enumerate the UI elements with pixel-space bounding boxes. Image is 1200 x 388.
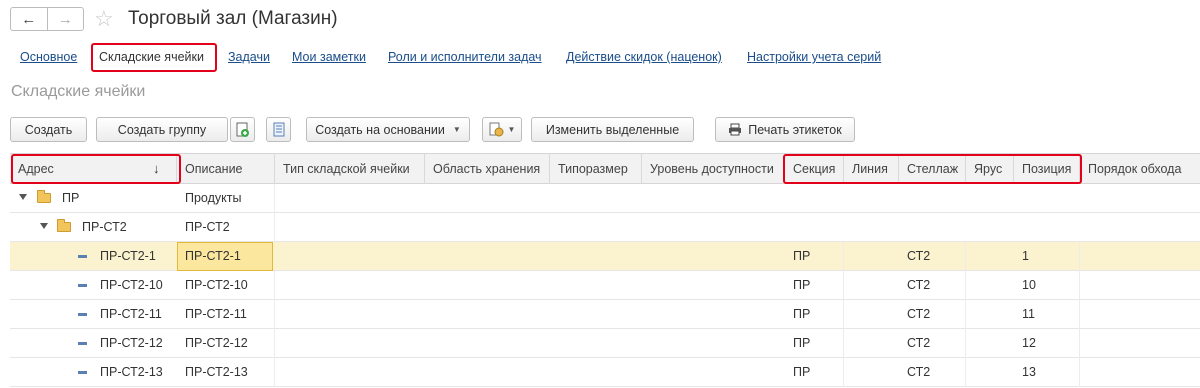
printer-icon [729, 123, 742, 136]
copy-button[interactable] [230, 117, 255, 142]
table-row[interactable]: ПР-СТ2 ПР-СТ2 [10, 213, 1200, 242]
rack-cell: СТ2 [899, 271, 966, 300]
print-labels-label: Печать этикеток [748, 122, 842, 137]
folder-icon [37, 190, 51, 203]
report-gear-icon [489, 122, 504, 137]
column-header-size-type[interactable]: Типоразмер [550, 154, 642, 184]
tab-tasks[interactable]: Задачи [228, 50, 270, 64]
description-cell: ПР-СТ2-12 [177, 329, 275, 358]
section-cell: ПР [785, 329, 844, 358]
item-marker-icon [78, 284, 87, 287]
print-labels-button[interactable]: Печать этикеток [715, 117, 855, 142]
section-title: Складские ячейки [11, 83, 146, 100]
address-cell: ПР-СТ2 [82, 220, 127, 234]
forward-arrow-icon[interactable]: → [46, 8, 84, 30]
tab-roles-performers[interactable]: Роли и исполнители задач [388, 50, 542, 64]
table-row[interactable]: ПР-СТ2-1 ПР-СТ2-1 ПР СТ2 1 [10, 242, 1200, 271]
table-row[interactable]: ПР-СТ2-12 ПР-СТ2-12 ПР СТ2 12 [10, 329, 1200, 358]
rack-cell: СТ2 [899, 358, 966, 387]
tab-series-settings[interactable]: Настройки учета серий [747, 50, 881, 64]
address-cell: ПР-СТ2-11 [100, 307, 162, 321]
table-row[interactable]: ПР-СТ2-13 ПР-СТ2-13 ПР СТ2 13 [10, 358, 1200, 387]
position-cell: 1 [1014, 242, 1080, 271]
item-marker-icon [78, 342, 87, 345]
folder-icon [57, 219, 71, 232]
expand-triangle-icon[interactable] [40, 223, 48, 229]
item-marker-icon [78, 313, 87, 316]
address-cell: ПР-СТ2-10 [100, 278, 163, 292]
highlight-location-columns [783, 154, 1082, 184]
copy-document-icon [236, 122, 249, 137]
description-cell: ПР-СТ2-10 [177, 271, 275, 300]
rack-cell: СТ2 [899, 242, 966, 271]
dropdown-arrow-icon: ▼ [452, 125, 461, 134]
table-row[interactable]: ПР-СТ2-10 ПР-СТ2-10 ПР СТ2 10 [10, 271, 1200, 300]
description-cell[interactable]: ПР-СТ2-1 [177, 242, 273, 271]
table-row[interactable]: ПР-СТ2-11 ПР-СТ2-11 ПР СТ2 11 [10, 300, 1200, 329]
description-cell: Продукты [177, 184, 275, 213]
toolbar: Создать Создать группу Создать на основа… [10, 117, 870, 142]
item-marker-icon [78, 255, 87, 258]
create-group-button[interactable]: Создать группу [96, 117, 228, 142]
rack-cell: СТ2 [899, 300, 966, 329]
list-button[interactable] [266, 117, 291, 142]
address-cell: ПР-СТ2-13 [100, 365, 163, 379]
column-header-availability-level[interactable]: Уровень доступности [642, 154, 785, 184]
column-header-walk-order[interactable]: Порядок обхода [1080, 154, 1200, 184]
back-arrow-icon[interactable]: ← [11, 8, 47, 30]
navigation-buttons: ← → [10, 7, 84, 31]
highlight-address-column [11, 154, 181, 184]
section-cell: ПР [785, 300, 844, 329]
expand-triangle-icon[interactable] [19, 194, 27, 200]
address-cell: ПР-СТ2-1 [100, 249, 156, 263]
change-selected-button[interactable]: Изменить выделенные [531, 117, 694, 142]
window-title: Торговый зал (Магазин) [128, 8, 338, 29]
description-cell: ПР-СТ2-13 [177, 358, 275, 387]
column-header-description[interactable]: Описание [177, 154, 275, 184]
tab-my-notes[interactable]: Мои заметки [292, 50, 366, 64]
favorite-star-icon[interactable]: ☆ [94, 6, 114, 32]
column-header-storage-area[interactable]: Область хранения [425, 154, 550, 184]
reports-dropdown-button[interactable]: ▼ [482, 117, 522, 142]
highlight-active-tab [91, 43, 217, 72]
address-cell: ПР [62, 191, 80, 205]
section-cell: ПР [785, 271, 844, 300]
list-document-icon [273, 122, 284, 137]
create-based-on-button[interactable]: Создать на основании ▼ [306, 117, 470, 142]
position-cell: 12 [1014, 329, 1080, 358]
position-cell: 10 [1014, 271, 1080, 300]
tab-main[interactable]: Основное [20, 50, 77, 64]
description-cell: ПР-СТ2-11 [177, 300, 275, 329]
position-cell: 11 [1014, 300, 1080, 329]
create-based-on-label: Создать на основании [315, 122, 445, 137]
storage-cells-table: Адрес ↓ Описание Тип складской ячейки Об… [10, 153, 1200, 388]
tab-discounts[interactable]: Действие скидок (наценок) [566, 50, 722, 64]
table-row[interactable]: ПР Продукты [10, 184, 1200, 213]
rack-cell: СТ2 [899, 329, 966, 358]
item-marker-icon [78, 371, 87, 374]
description-cell: ПР-СТ2 [177, 213, 275, 242]
address-cell: ПР-СТ2-12 [100, 336, 163, 350]
dropdown-arrow-icon: ▼ [507, 125, 516, 134]
section-cell: ПР [785, 358, 844, 387]
position-cell: 13 [1014, 358, 1080, 387]
column-header-cell-type[interactable]: Тип складской ячейки [275, 154, 425, 184]
section-cell: ПР [785, 242, 844, 271]
create-button[interactable]: Создать [10, 117, 87, 142]
